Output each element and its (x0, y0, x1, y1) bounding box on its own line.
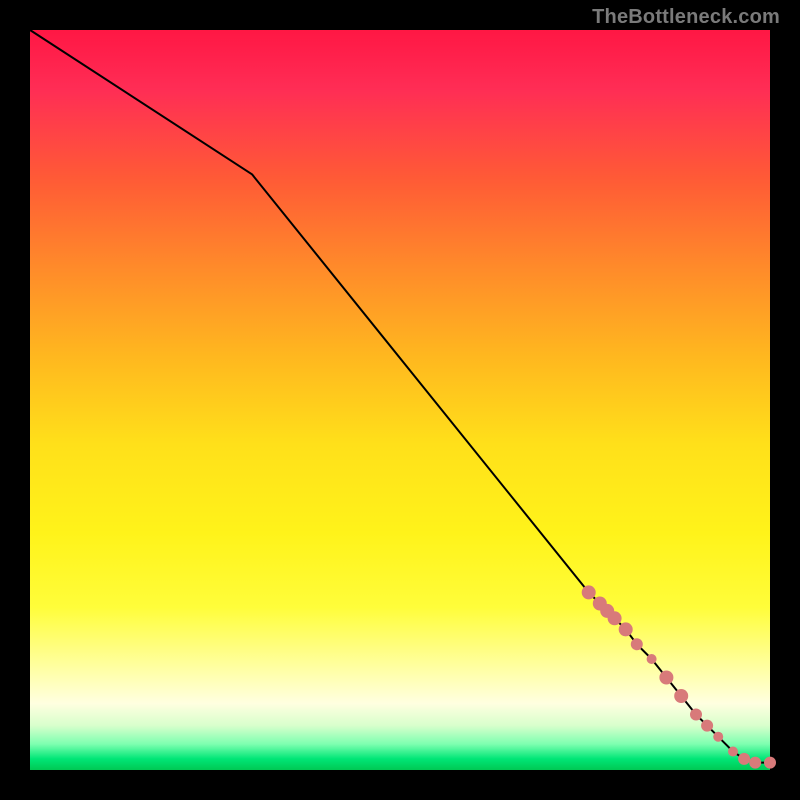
data-dot (674, 689, 688, 703)
data-dot (659, 671, 673, 685)
data-dot (631, 638, 643, 650)
data-dot (701, 720, 713, 732)
chart-overlay (0, 0, 800, 800)
data-dot (738, 753, 750, 765)
data-dot (728, 747, 738, 757)
data-dot (582, 585, 596, 599)
data-dot (749, 757, 761, 769)
data-dot (647, 654, 657, 664)
data-dot (713, 732, 723, 742)
data-dot (690, 709, 702, 721)
data-dot (619, 622, 633, 636)
data-dot (608, 611, 622, 625)
data-dot (764, 757, 776, 769)
curve-line (30, 30, 770, 763)
